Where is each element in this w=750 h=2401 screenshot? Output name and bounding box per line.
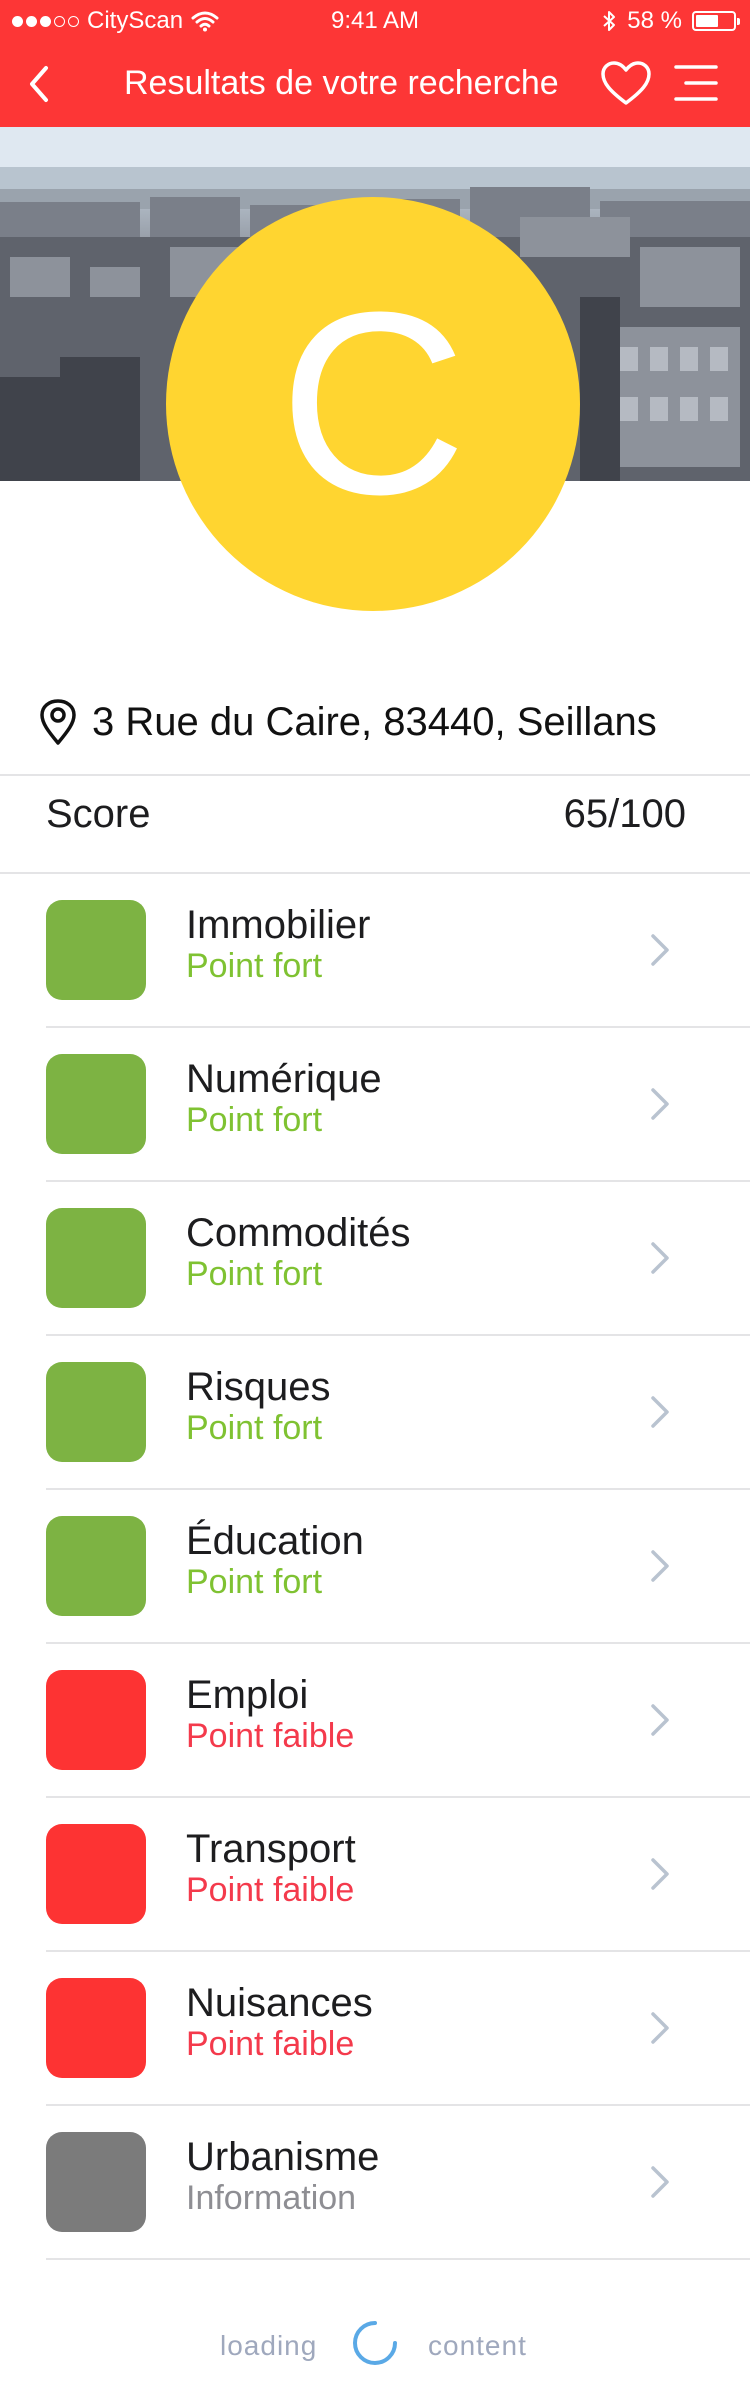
category-name: Numérique [186, 1057, 382, 1101]
chevron-right-icon[interactable] [648, 1085, 672, 1123]
category-item[interactable]: Commodités Point fort [0, 1181, 750, 1335]
chevron-right-icon[interactable] [648, 1701, 672, 1739]
status-bar: CityScan 9:41 AM 58 % [0, 0, 750, 40]
category-status: Point fort [186, 947, 323, 985]
category-name: Urbanisme [186, 2135, 380, 2179]
chevron-right-icon[interactable] [648, 1855, 672, 1893]
menu-icon[interactable] [672, 62, 720, 104]
score-row: Score 65/100 [46, 792, 686, 848]
battery-icon [692, 11, 740, 31]
category-name: Commodités [186, 1211, 411, 1255]
category-color-swatch [46, 900, 146, 1000]
heart-icon[interactable] [600, 60, 652, 108]
score-value: 65/100 [563, 792, 686, 836]
chevron-right-icon[interactable] [648, 1393, 672, 1431]
category-name: Éducation [186, 1519, 364, 1563]
grade-badge: C [166, 197, 580, 611]
category-item[interactable]: Éducation Point fort [0, 1489, 750, 1643]
score-label: Score [46, 792, 151, 836]
address-row: 3 Rue du Caire, 83440, Seillans [38, 694, 657, 750]
category-item[interactable]: Transport Point faible [0, 1797, 750, 1951]
bluetooth-icon [603, 11, 616, 31]
chevron-right-icon[interactable] [648, 931, 672, 969]
category-item[interactable]: Risques Point fort [0, 1335, 750, 1489]
page-title: Resultats de votre recherche [124, 64, 559, 102]
category-status: Information [186, 2179, 357, 2217]
category-color-swatch [46, 1362, 146, 1462]
category-color-swatch [46, 1670, 146, 1770]
loading-text: loading [220, 2330, 318, 2361]
battery-percent: 58 % [627, 7, 682, 34]
category-item[interactable]: Nuisances Point faible [0, 1951, 750, 2105]
chevron-right-icon[interactable] [648, 2009, 672, 2047]
category-status: Point fort [186, 1409, 323, 1447]
category-status: Point faible [186, 1871, 355, 1909]
grade-letter: C [279, 259, 467, 549]
category-name: Transport [186, 1827, 356, 1871]
category-status: Point faible [186, 2025, 355, 2063]
address-text: 3 Rue du Caire, 83440, Seillans [92, 699, 657, 744]
category-item[interactable]: Urbanisme Information [0, 2105, 750, 2259]
content-text: content [428, 2330, 527, 2361]
category-color-swatch [46, 1208, 146, 1308]
category-color-swatch [46, 1054, 146, 1154]
category-item[interactable]: Numérique Point fort [0, 1027, 750, 1181]
location-pin-icon [40, 699, 76, 745]
category-name: Nuisances [186, 1981, 373, 2025]
row-divider [46, 2258, 750, 2260]
nav-bar: Resultats de votre recherche [0, 48, 750, 120]
category-name: Immobilier [186, 903, 371, 947]
category-status: Point fort [186, 1563, 323, 1601]
category-item[interactable]: Immobilier Point fort [0, 873, 750, 1027]
category-item[interactable]: Emploi Point faible [0, 1643, 750, 1797]
category-color-swatch [46, 1516, 146, 1616]
top-bar: CityScan 9:41 AM 58 % Resultats de votre… [0, 0, 750, 127]
loading-indicator: loading content [0, 2321, 750, 2374]
category-color-swatch [46, 1978, 146, 2078]
chevron-right-icon[interactable] [648, 2163, 672, 2201]
category-status: Point fort [186, 1101, 323, 1139]
chevron-right-icon[interactable] [648, 1547, 672, 1585]
status-right: 58 % [601, 7, 740, 35]
divider [0, 774, 750, 776]
category-color-swatch [46, 1824, 146, 1924]
category-color-swatch [46, 2132, 146, 2232]
category-name: Emploi [186, 1673, 309, 1717]
category-status: Point faible [186, 1717, 355, 1755]
back-chevron-icon[interactable] [20, 62, 60, 106]
spinner-icon [353, 2321, 397, 2365]
category-name: Risques [186, 1365, 331, 1409]
category-status: Point fort [186, 1255, 323, 1293]
chevron-right-icon[interactable] [648, 1239, 672, 1277]
